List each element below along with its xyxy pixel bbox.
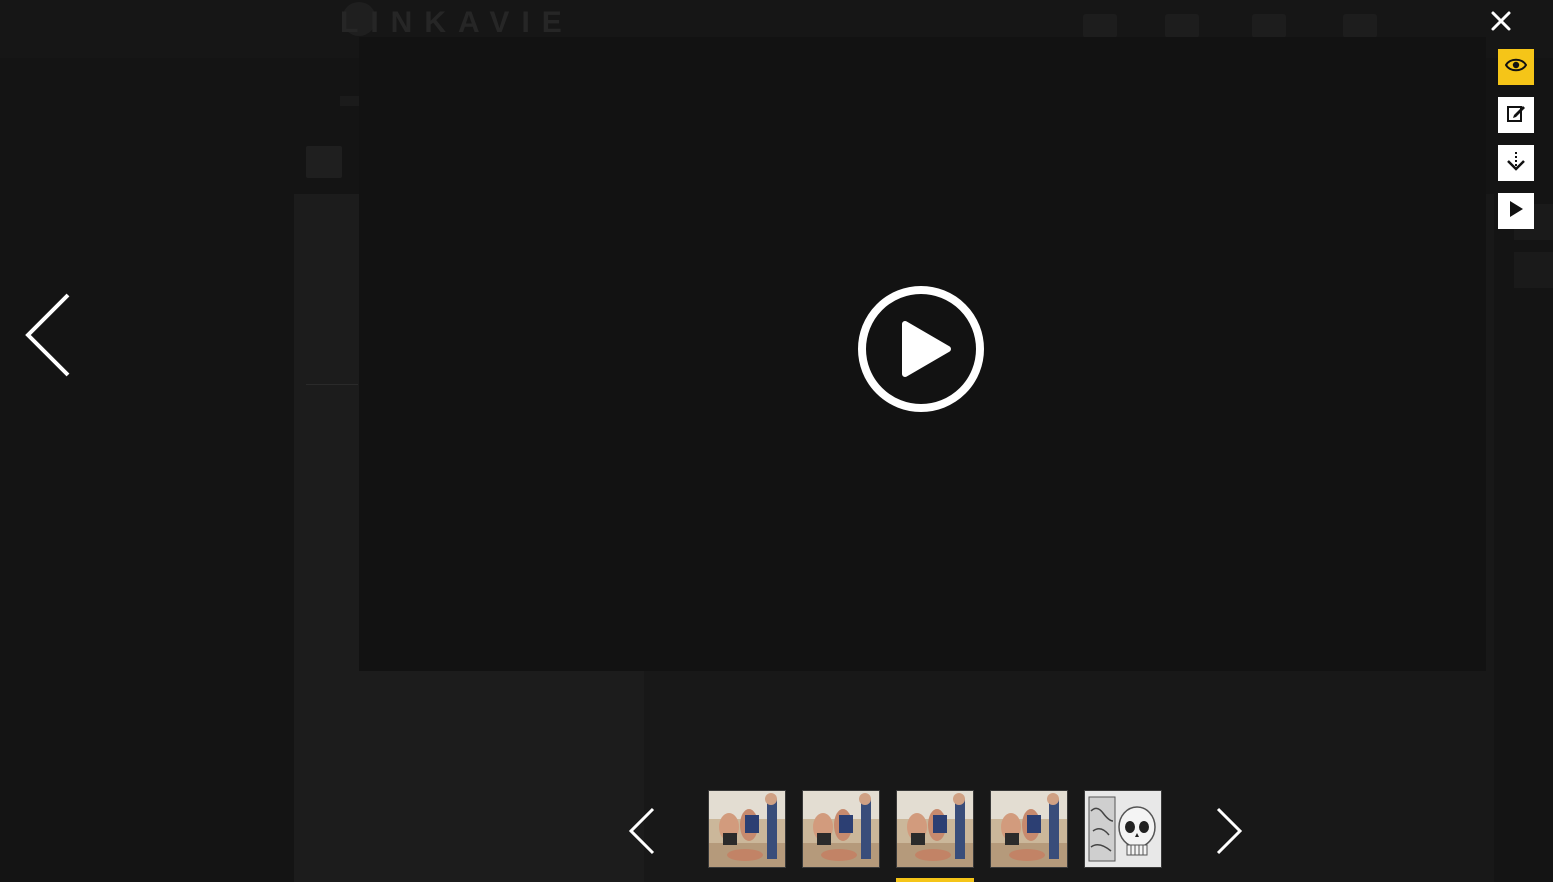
close-button[interactable] [1486,8,1516,38]
download-button[interactable] [1498,145,1534,181]
edit-icon [1506,103,1526,128]
edit-button[interactable] [1498,97,1534,133]
thumbnail-4[interactable] [990,790,1068,868]
background-nav-icon [1252,14,1286,38]
play-icon [1508,200,1524,223]
thumbnail-image [897,791,973,867]
thumbnail-3-selected[interactable] [896,790,974,868]
eye-icon [1504,57,1528,78]
thumbnail-image [709,791,785,867]
thumbnail-2[interactable] [802,790,880,868]
chevron-left-icon [22,293,74,382]
video-player[interactable] [359,37,1486,671]
thumbnail-5[interactable] [1084,790,1162,868]
background-divider [306,384,358,385]
thumbnail-1[interactable] [708,790,786,868]
thumbnail-image [991,791,1067,867]
thumbnails-next-button[interactable] [1213,806,1245,861]
background-checkbox [306,146,342,178]
background-nav-icon [1343,14,1377,38]
thumbnail-image [1085,791,1161,867]
thumbnail-image [803,791,879,867]
selected-thumbnail-indicator [896,878,974,882]
previous-item-button[interactable] [22,292,74,383]
slideshow-button[interactable] [1498,193,1534,229]
download-icon [1505,150,1527,177]
close-icon [1490,10,1512,37]
chevron-right-icon [1213,807,1245,860]
background-nav-icon [1083,14,1117,38]
background-logo: LINKAVIE [340,6,574,39]
play-circle-icon[interactable] [856,284,986,414]
chevron-left-icon [626,807,658,860]
background-nav-icon [1165,14,1199,38]
thumbnails-prev-button[interactable] [626,806,658,861]
background-side-button [1514,252,1553,288]
view-button[interactable] [1498,49,1534,85]
